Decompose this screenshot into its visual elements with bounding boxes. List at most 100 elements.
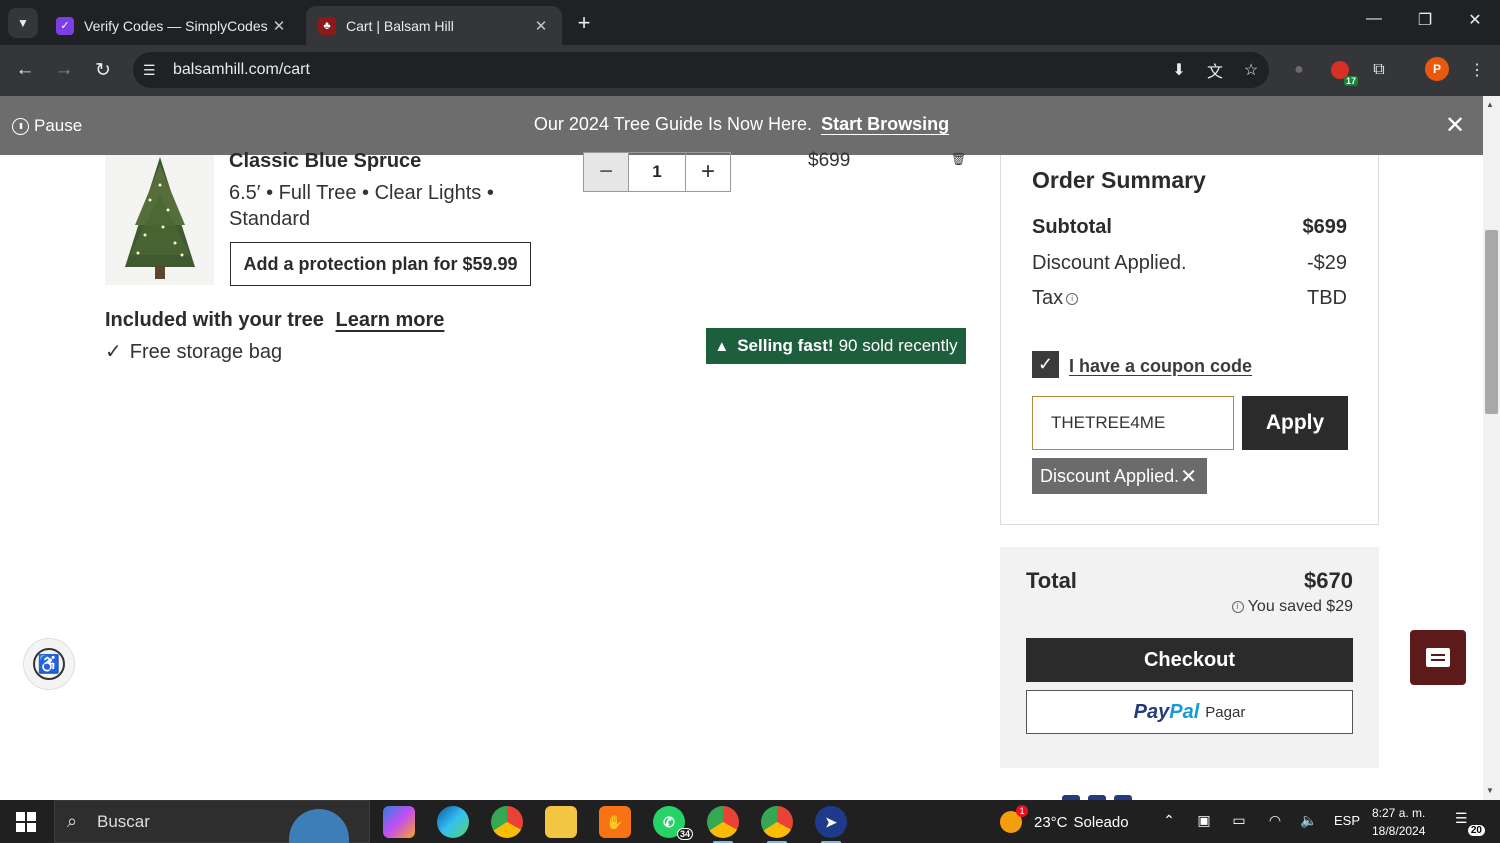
more-menu-icon[interactable]: ⋮: [1465, 58, 1489, 82]
cursor-app-icon[interactable]: ➤: [815, 806, 847, 843]
close-tab-icon[interactable]: ✕: [532, 17, 550, 35]
extension-badge: 17: [1343, 76, 1358, 86]
page-scrollbar[interactable]: [1483, 96, 1500, 800]
payment-logos-peek: [1062, 792, 1162, 800]
weather-temp: 23°C: [1034, 813, 1068, 831]
subtotal-value: $699: [1302, 216, 1348, 238]
extension-icon[interactable]: ●: [1287, 58, 1311, 82]
new-tab-button[interactable]: +: [572, 10, 596, 36]
clock[interactable]: 8:27 a. m. 18/8/2024: [1372, 804, 1425, 840]
install-app-icon[interactable]: ⬇: [1161, 60, 1197, 80]
order-summary-panel: Order Summary Subtotal $699 Discount App…: [1000, 155, 1379, 525]
selling-fast-badge: ▲ Selling fast! 90 sold recently: [706, 328, 966, 364]
close-banner-icon[interactable]: ✕: [1445, 111, 1465, 140]
url-text[interactable]: balsamhill.com/cart: [173, 61, 1161, 79]
meet-icon[interactable]: ▣: [1192, 812, 1216, 829]
scroll-down-arrow[interactable]: ▼: [1486, 786, 1494, 795]
total-value: $670: [1304, 568, 1353, 593]
minimize-button[interactable]: —: [1359, 10, 1389, 28]
subtotal-label: Subtotal: [1032, 216, 1112, 238]
profile-avatar[interactable]: P: [1425, 57, 1449, 81]
language-indicator[interactable]: ESP: [1334, 813, 1360, 828]
search-highlight-image: [289, 809, 349, 843]
close-tab-icon[interactable]: ✕: [270, 17, 288, 35]
forward-button[interactable]: →: [51, 57, 77, 83]
scrollbar-thumb[interactable]: [1485, 230, 1498, 414]
checkout-button[interactable]: Checkout: [1026, 638, 1353, 682]
discount-applied-chip: Discount Applied. ✕: [1032, 458, 1207, 494]
translate-icon[interactable]: 文: [1197, 58, 1233, 82]
chrome-icon[interactable]: [491, 806, 523, 838]
restore-button[interactable]: ❐: [1410, 10, 1440, 30]
battery-icon[interactable]: ▭: [1227, 812, 1251, 829]
info-icon[interactable]: i: [1231, 600, 1244, 613]
volume-icon[interactable]: 🔈: [1297, 812, 1321, 829]
clock-date: 18/8/2024: [1372, 824, 1426, 838]
info-icon[interactable]: i: [1066, 292, 1079, 305]
quantity-stepper: − 1 +: [583, 152, 731, 192]
tax-value: TBD: [1307, 287, 1347, 309]
tab-simplycodes[interactable]: ✓ Verify Codes — SimplyCodes ✕: [44, 6, 300, 45]
quantity-value[interactable]: 1: [628, 153, 686, 191]
windows-start-icon[interactable]: [16, 812, 36, 832]
total-label: Total: [1026, 568, 1077, 593]
tab-balsamhill-cart[interactable]: ♣ Cart | Balsam Hill ✕: [306, 6, 562, 45]
scroll-up-arrow[interactable]: ▲: [1486, 100, 1494, 109]
address-bar[interactable]: ☰ balsamhill.com/cart ⬇ 文 ☆: [133, 52, 1269, 88]
file-explorer-icon[interactable]: [545, 806, 577, 838]
included-heading: Included with your tree Learn more: [105, 309, 444, 332]
weather-widget[interactable]: 23°C Soleado: [1000, 805, 1135, 833]
edge-icon[interactable]: [437, 806, 469, 838]
trash-icon[interactable]: 🗑: [951, 152, 966, 166]
discount-label: Discount Applied.: [1032, 252, 1187, 274]
checkmark-icon: ✓: [105, 341, 122, 363]
start-browsing-link[interactable]: Start Browsing: [821, 114, 949, 134]
search-placeholder: Buscar: [97, 811, 150, 831]
windows-taskbar: ⌕ Buscar ✋ ✆34 ➤ 23°C Soleado ⌃ ▣ ▭ ◠ 🔈 …: [0, 800, 1500, 843]
tree-icon: ▲: [714, 337, 730, 355]
wifi-icon[interactable]: ◠: [1263, 812, 1287, 829]
weather-desc: Soleado: [1073, 813, 1129, 831]
app-icon[interactable]: ✋: [599, 806, 631, 838]
paypal-button[interactable]: PayPal Pagar: [1026, 690, 1353, 734]
tab-search-button[interactable]: ▼: [8, 8, 38, 38]
chat-button[interactable]: [1410, 630, 1466, 685]
learn-more-link[interactable]: Learn more: [335, 309, 444, 331]
bookmark-star-icon[interactable]: ☆: [1233, 60, 1269, 80]
extensions-puzzle-icon[interactable]: ⧉: [1367, 58, 1391, 82]
notifications-icon[interactable]: ☰ 20: [1455, 810, 1485, 836]
coupon-code-input[interactable]: [1032, 396, 1234, 450]
simplycodes-icon: ✓: [56, 16, 74, 35]
whatsapp-icon[interactable]: ✆ 34: [653, 806, 693, 840]
apply-coupon-button[interactable]: Apply: [1242, 396, 1348, 450]
chat-icon: [1426, 648, 1450, 667]
promo-text: Our 2024 Tree Guide Is Now Here.: [533, 114, 813, 134]
selling-fast-label: Selling fast!: [737, 336, 834, 355]
taskbar-search[interactable]: ⌕ Buscar: [54, 800, 370, 843]
whatsapp-badge: 34: [676, 828, 693, 840]
order-summary-title: Order Summary: [1032, 167, 1206, 193]
accessibility-button[interactable]: ♿: [23, 638, 75, 690]
chrome-profile-s-icon[interactable]: [707, 806, 739, 843]
included-item-label: Free storage bag: [129, 341, 283, 363]
chevron-up-icon[interactable]: ⌃: [1157, 812, 1181, 829]
decrease-quantity-button[interactable]: −: [584, 153, 628, 191]
savings-text: You saved $29: [1247, 598, 1353, 615]
coupon-checkbox[interactable]: ✓: [1032, 351, 1059, 378]
promo-banner: II Pause Our 2024 Tree Guide Is Now Here…: [0, 96, 1483, 155]
back-button[interactable]: ←: [12, 57, 38, 83]
reload-button[interactable]: ↻: [90, 57, 116, 83]
coupon-checkbox-label[interactable]: I have a coupon code: [1069, 356, 1252, 377]
product-image[interactable]: [105, 155, 214, 285]
product-name[interactable]: Classic Blue Spruce: [229, 150, 421, 173]
increase-quantity-button[interactable]: +: [686, 153, 730, 191]
copilot-icon[interactable]: [383, 806, 415, 838]
balsamhill-icon: ♣: [318, 16, 336, 35]
chrome-profile-p-icon[interactable]: [761, 806, 793, 843]
browser-tab-bar: ▼ ✓ Verify Codes — SimplyCodes ✕ ♣ Cart …: [0, 0, 1500, 45]
site-info-icon[interactable]: ☰: [143, 62, 163, 79]
close-window-button[interactable]: ✕: [1460, 10, 1490, 30]
protection-plan-button[interactable]: Add a protection plan for $59.99: [230, 242, 531, 286]
remove-discount-icon[interactable]: ✕: [1180, 464, 1197, 489]
coupon-extension-icon[interactable]: 17: [1328, 58, 1358, 86]
